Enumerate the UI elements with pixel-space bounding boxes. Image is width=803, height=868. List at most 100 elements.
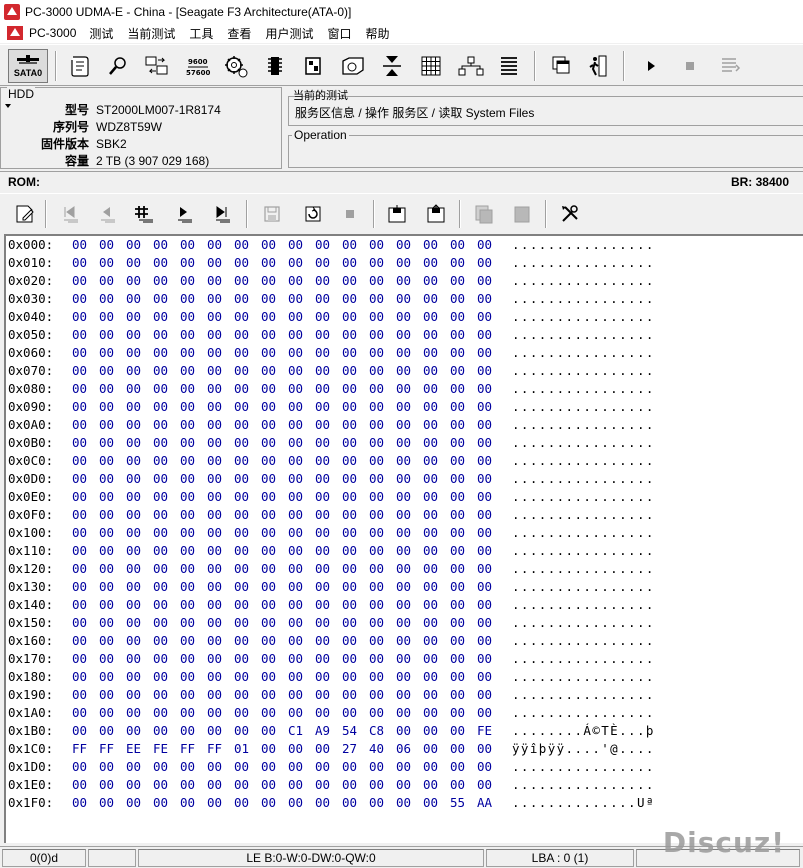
hex-byte[interactable]: 00 [450,308,470,326]
stop-read-button[interactable] [336,200,364,228]
hex-byte[interactable]: 00 [315,632,335,650]
hex-byte[interactable]: 00 [234,524,254,542]
board-button[interactable] [299,49,327,83]
hex-byte[interactable]: 00 [396,470,416,488]
hex-byte[interactable]: 00 [369,326,389,344]
hex-byte[interactable]: 00 [72,668,92,686]
hex-byte[interactable]: 00 [315,488,335,506]
hex-byte[interactable]: 00 [315,506,335,524]
hex-byte[interactable]: 00 [180,542,200,560]
hex-byte[interactable]: 00 [99,272,119,290]
hex-row[interactable]: 0x080: 00 00 00 00 00 00 00 00 00 00 00 00 00 00 00 00..… [8,380,788,398]
hex-byte[interactable]: 00 [423,758,443,776]
hex-byte[interactable]: 00 [288,650,308,668]
hex-ascii[interactable]: ........Á©TÈ...þ [512,722,655,740]
hex-byte[interactable]: 00 [315,560,335,578]
hex-byte[interactable]: 00 [315,650,335,668]
hex-byte[interactable]: 00 [126,344,146,362]
hex-byte[interactable]: 00 [180,650,200,668]
hex-byte[interactable]: 00 [288,416,308,434]
list-button[interactable] [496,49,522,83]
hex-byte[interactable]: 00 [99,506,119,524]
hex-byte[interactable]: 00 [423,434,443,452]
hex-byte[interactable]: 00 [261,524,281,542]
refresh-button[interactable] [299,200,327,228]
hex-byte[interactable]: 00 [180,344,200,362]
hex-byte[interactable]: 00 [234,506,254,524]
hex-byte[interactable]: 00 [126,686,146,704]
hex-byte[interactable]: 00 [396,362,416,380]
hex-ascii[interactable]: ................ [512,380,655,398]
hex-byte[interactable]: 00 [153,704,173,722]
hex-byte[interactable]: 00 [153,416,173,434]
hex-byte[interactable]: 00 [153,668,173,686]
hex-byte[interactable]: 00 [396,434,416,452]
hex-byte[interactable]: 00 [99,632,119,650]
hex-byte[interactable]: 00 [342,254,362,272]
hex-byte[interactable]: 00 [477,632,497,650]
hex-byte[interactable]: 00 [423,632,443,650]
hex-ascii[interactable]: ................ [512,362,655,380]
hex-byte[interactable]: 00 [99,614,119,632]
hex-byte[interactable]: 00 [234,560,254,578]
tools-button[interactable] [556,200,584,228]
hex-byte[interactable]: 00 [99,326,119,344]
hex-byte[interactable]: 00 [315,614,335,632]
hex-ascii[interactable]: ................ [512,578,655,596]
hex-ascii[interactable]: ................ [512,560,655,578]
hex-row[interactable]: 0x010: 00 00 00 00 00 00 00 00 00 00 00 00 00 00 00 00..… [8,254,788,272]
hex-byte[interactable]: 00 [396,614,416,632]
hex-byte[interactable]: 00 [342,506,362,524]
hex-byte[interactable]: 00 [288,344,308,362]
hex-byte[interactable]: 00 [288,434,308,452]
hex-byte[interactable]: 00 [153,776,173,794]
hex-byte[interactable]: 00 [342,308,362,326]
hex-byte[interactable]: 00 [342,434,362,452]
hex-byte[interactable]: 01 [234,740,254,758]
hex-byte[interactable]: 00 [126,380,146,398]
hex-byte[interactable]: 00 [180,416,200,434]
hex-row[interactable]: 0x0A0: 00 00 00 00 00 00 00 00 00 00 00 00 00 00 00 00..… [8,416,788,434]
hex-byte[interactable]: 00 [99,578,119,596]
hex-byte[interactable]: 00 [207,452,227,470]
hex-byte[interactable]: 00 [234,290,254,308]
hex-byte[interactable]: 00 [396,686,416,704]
hex-byte[interactable]: 00 [261,254,281,272]
hex-byte[interactable]: 00 [369,794,389,812]
network-button[interactable] [455,49,487,83]
hex-byte[interactable]: 00 [423,704,443,722]
hex-byte[interactable]: 00 [369,704,389,722]
hex-byte[interactable]: 00 [180,290,200,308]
hex-byte[interactable]: 00 [369,578,389,596]
hex-byte[interactable]: 00 [450,434,470,452]
hex-ascii[interactable]: ................ [512,290,655,308]
hex-row[interactable]: 0x0D0: 00 00 00 00 00 00 00 00 00 00 00 00 00 00 00 00..… [8,470,788,488]
hex-byte[interactable]: 00 [396,758,416,776]
hex-row[interactable]: 0x060: 00 00 00 00 00 00 00 00 00 00 00 00 00 00 00 00..… [8,344,788,362]
hex-byte[interactable]: 00 [477,524,497,542]
hex-byte[interactable]: 00 [234,254,254,272]
hex-byte[interactable]: 00 [369,614,389,632]
hex-byte[interactable]: 00 [315,686,335,704]
hex-byte[interactable]: 00 [207,272,227,290]
hex-byte[interactable]: 00 [99,308,119,326]
hex-byte[interactable]: 00 [72,722,92,740]
hex-byte[interactable]: 00 [396,542,416,560]
hex-byte[interactable]: 00 [288,272,308,290]
hex-byte[interactable]: 00 [396,578,416,596]
hex-byte[interactable]: 00 [234,668,254,686]
hex-byte[interactable]: 00 [342,344,362,362]
hex-byte[interactable]: 00 [180,254,200,272]
hex-byte[interactable]: 00 [423,596,443,614]
hex-byte[interactable]: 00 [342,794,362,812]
hex-byte[interactable]: 00 [153,578,173,596]
hex-byte[interactable]: 00 [369,596,389,614]
hex-byte[interactable]: 00 [477,542,497,560]
hex-byte[interactable]: 00 [369,434,389,452]
hex-byte[interactable]: 00 [261,506,281,524]
hex-byte[interactable]: 00 [477,668,497,686]
hex-byte[interactable]: 00 [423,542,443,560]
hex-byte[interactable]: 00 [450,650,470,668]
hex-ascii[interactable]: ................ [512,272,655,290]
hex-byte[interactable]: 00 [126,650,146,668]
